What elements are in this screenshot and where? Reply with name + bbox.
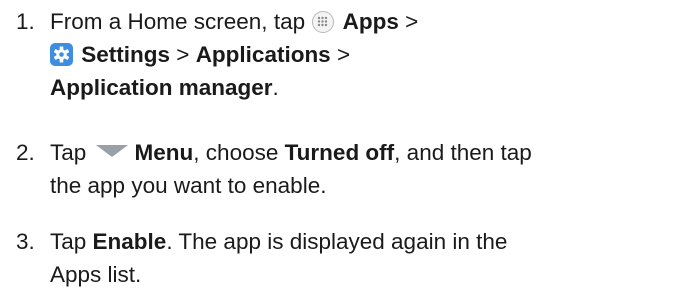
step-text-segment: . <box>272 75 279 100</box>
settings-label: Settings <box>81 42 171 67</box>
step-line: Tap Enable. The app is displayed again i… <box>50 225 670 258</box>
enable-label: Enable <box>92 229 167 254</box>
apps-grid-icon <box>312 11 335 33</box>
step-line: Apps list. <box>50 262 142 287</box>
step-text: Tap Menu, choose Turned off, and then ta… <box>50 136 670 202</box>
step-text: Tap Enable. The app is displayed again i… <box>50 225 670 291</box>
step-line: Tap Menu, choose Turned off, and then ta… <box>50 136 670 169</box>
step-text-segment: From a Home screen, tap <box>50 9 306 34</box>
instruction-document: 1. From a Home screen, tap Apps > Settin… <box>0 0 678 291</box>
step-number: 2. <box>16 140 35 165</box>
step-text: From a Home screen, tap Apps > Settings … <box>50 5 670 104</box>
step-text-segment: > <box>170 42 196 67</box>
step-text-segment: > <box>330 42 351 67</box>
apps-label: Apps <box>342 9 399 34</box>
step-text-segment: Tap <box>50 140 87 165</box>
turned-off-label: Turned off <box>284 140 395 165</box>
settings-gear-icon <box>50 43 73 66</box>
step-text-segment: Tap <box>50 229 93 254</box>
step-line: Application manager. <box>50 71 670 104</box>
step-line: From a Home screen, tap Apps > <box>50 5 670 38</box>
menu-dropdown-icon <box>95 144 129 158</box>
step-line: the app you want to enable. <box>50 173 327 198</box>
step-line: Settings > Applications > <box>50 38 670 71</box>
application-manager-label: Application manager <box>50 75 273 100</box>
step-number: 3. <box>16 229 35 254</box>
step-text-segment: . The app is displayed again in the <box>166 229 508 254</box>
step-text-segment: , and then tap <box>394 140 532 165</box>
menu-label: Menu <box>134 140 194 165</box>
step-number: 1. <box>16 9 35 34</box>
step-text-segment: , choose <box>193 140 285 165</box>
applications-label: Applications <box>195 42 331 67</box>
step-text-segment: > <box>398 9 419 34</box>
